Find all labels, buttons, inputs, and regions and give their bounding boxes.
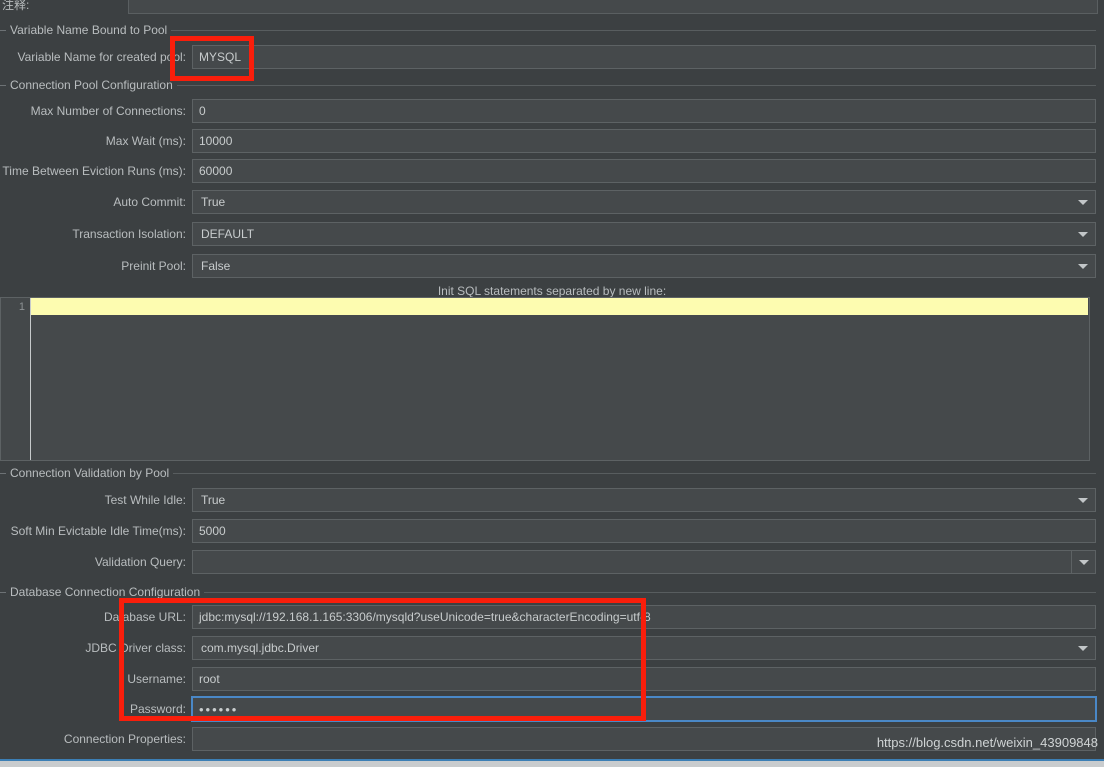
label-password: Password: bbox=[129, 702, 186, 716]
chevron-down-icon bbox=[1078, 232, 1088, 237]
group-rule bbox=[171, 29, 1096, 31]
dropdown-jdbc-driver-class[interactable]: com.mysql.jdbc.Driver bbox=[192, 636, 1096, 660]
row-soft-min-evictable: Soft Min Evictable Idle Time(ms): 5000 bbox=[0, 519, 1104, 543]
row-auto-commit: Auto Commit: True bbox=[0, 190, 1104, 214]
input-max-connections[interactable]: 0 bbox=[192, 99, 1096, 123]
group-connection-pool-configuration: Connection Pool Configuration bbox=[0, 77, 1104, 93]
input-password[interactable]: •••••• bbox=[191, 696, 1097, 722]
sql-current-line-highlight bbox=[31, 298, 1088, 315]
group-tick bbox=[0, 472, 6, 474]
dropdown-auto-commit[interactable]: True bbox=[192, 190, 1096, 214]
group-tick bbox=[0, 29, 6, 31]
dropdown-preinit-pool-value: False bbox=[201, 259, 231, 273]
label-preinit-pool: Preinit Pool: bbox=[121, 259, 186, 273]
dropdown-test-while-idle-value: True bbox=[201, 493, 226, 507]
input-username[interactable]: root bbox=[192, 667, 1096, 691]
dropdown-test-while-idle[interactable]: True bbox=[192, 488, 1096, 512]
chevron-down-icon bbox=[1078, 498, 1088, 503]
chevron-down-icon bbox=[1078, 264, 1088, 269]
group-tick bbox=[0, 84, 6, 86]
dropdown-jdbc-driver-class-value: com.mysql.jdbc.Driver bbox=[201, 641, 320, 655]
row-variable-name: Variable Name for created pool: MYSQL bbox=[0, 45, 1104, 69]
label-jdbc-driver-class: JDBC Driver class: bbox=[85, 641, 186, 655]
group-title-validation: Connection Validation by Pool bbox=[10, 466, 170, 480]
password-masked-value: •••••• bbox=[199, 701, 239, 717]
group-database-connection-configuration: Database Connection Configuration bbox=[0, 584, 1104, 600]
group-rule bbox=[204, 591, 1096, 593]
sql-editor-header: Init SQL statements separated by new lin… bbox=[437, 284, 667, 298]
comment-row: 注释: bbox=[0, 0, 1104, 14]
row-test-while-idle: Test While Idle: True bbox=[0, 488, 1104, 512]
combobox-validation-query-toggle[interactable] bbox=[1071, 551, 1095, 573]
row-transaction-isolation: Transaction Isolation: DEFAULT bbox=[0, 222, 1104, 246]
label-database-url: Database URL: bbox=[103, 610, 186, 624]
row-preinit-pool: Preinit Pool: False bbox=[0, 254, 1104, 278]
row-time-between-eviction: Time Between Eviction Runs (ms): 60000 bbox=[0, 159, 1104, 183]
row-jdbc-driver-class: JDBC Driver class: com.mysql.jdbc.Driver bbox=[0, 636, 1104, 660]
group-tick bbox=[0, 591, 6, 593]
label-validation-query: Validation Query: bbox=[94, 555, 186, 569]
group-title-db-config: Database Connection Configuration bbox=[10, 585, 201, 599]
row-max-wait: Max Wait (ms): 10000 bbox=[0, 129, 1104, 153]
input-database-url[interactable]: jdbc:mysql://192.168.1.165:3306/mysqld?u… bbox=[192, 605, 1096, 629]
dropdown-preinit-pool[interactable]: False bbox=[192, 254, 1096, 278]
label-variable-name: Variable Name for created pool: bbox=[17, 50, 186, 64]
label-auto-commit: Auto Commit: bbox=[113, 195, 186, 209]
label-soft-min-evictable: Soft Min Evictable Idle Time(ms): bbox=[10, 524, 186, 538]
row-max-connections: Max Number of Connections: 0 bbox=[0, 99, 1104, 123]
row-username: Username: root bbox=[0, 667, 1104, 691]
chevron-down-icon bbox=[1078, 200, 1088, 205]
bottom-accent-strip bbox=[0, 759, 1104, 767]
sql-text-area[interactable] bbox=[31, 298, 1089, 460]
label-connection-properties: Connection Properties: bbox=[63, 732, 186, 746]
input-variable-name[interactable]: MYSQL bbox=[192, 45, 1096, 69]
combobox-validation-query[interactable] bbox=[192, 550, 1096, 574]
label-username: Username: bbox=[127, 672, 186, 686]
comment-label: 注释: bbox=[2, 0, 30, 12]
label-test-while-idle: Test While Idle: bbox=[104, 493, 186, 507]
watermark-text: https://blog.csdn.net/weixin_43909848 bbox=[876, 735, 1098, 750]
dropdown-auto-commit-value: True bbox=[201, 195, 226, 209]
row-password: Password: •••••• bbox=[0, 696, 1104, 722]
label-max-connections: Max Number of Connections: bbox=[30, 104, 186, 118]
label-time-between-eviction: Time Between Eviction Runs (ms): bbox=[2, 164, 186, 178]
sql-line-number-gutter: 1 bbox=[1, 298, 31, 460]
group-connection-validation-by-pool: Connection Validation by Pool bbox=[0, 465, 1104, 481]
dropdown-transaction-isolation-value: DEFAULT bbox=[201, 227, 255, 241]
group-rule bbox=[173, 472, 1096, 474]
chevron-down-icon bbox=[1078, 646, 1088, 651]
group-title-pool-config: Connection Pool Configuration bbox=[10, 78, 173, 92]
combobox-validation-query-value[interactable] bbox=[193, 551, 1071, 573]
database-connection-config-panel: 注释: Variable Name Bound to Pool Variable… bbox=[0, 0, 1104, 767]
chevron-down-icon bbox=[1079, 560, 1089, 565]
input-soft-min-evictable[interactable]: 5000 bbox=[192, 519, 1096, 543]
init-sql-editor[interactable]: 1 bbox=[0, 297, 1090, 461]
row-database-url: Database URL: jdbc:mysql://192.168.1.165… bbox=[0, 605, 1104, 629]
input-time-between-eviction[interactable]: 60000 bbox=[192, 159, 1096, 183]
group-title-variable-name: Variable Name Bound to Pool bbox=[10, 23, 168, 37]
comment-input[interactable] bbox=[128, 0, 1098, 14]
input-max-wait[interactable]: 10000 bbox=[192, 129, 1096, 153]
label-transaction-isolation: Transaction Isolation: bbox=[72, 227, 186, 241]
dropdown-transaction-isolation[interactable]: DEFAULT bbox=[192, 222, 1096, 246]
row-validation-query: Validation Query: bbox=[0, 550, 1104, 574]
group-variable-name-bound-to-pool: Variable Name Bound to Pool bbox=[0, 22, 1104, 38]
group-rule bbox=[176, 84, 1096, 86]
label-max-wait: Max Wait (ms): bbox=[105, 134, 186, 148]
